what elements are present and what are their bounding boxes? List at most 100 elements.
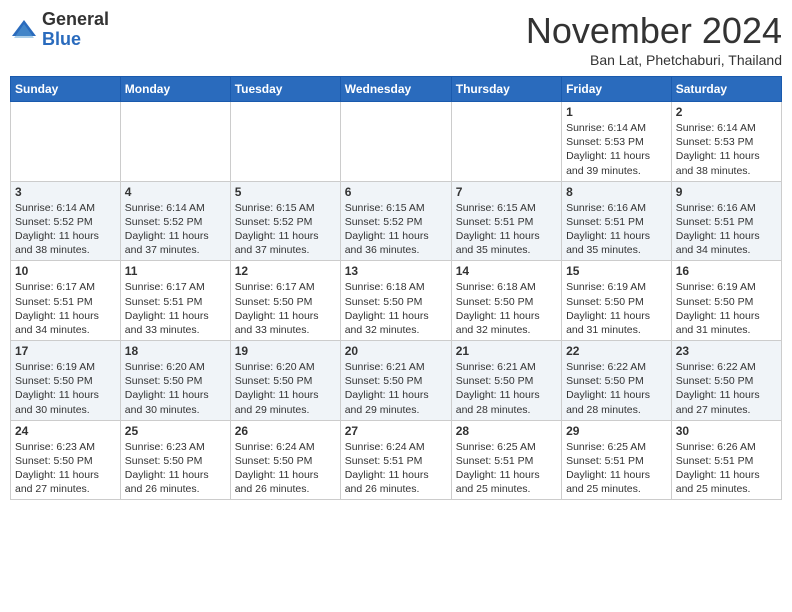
day-info: Sunrise: 6:14 AM Sunset: 5:53 PM Dayligh… [566,121,667,178]
day-info: Sunrise: 6:16 AM Sunset: 5:51 PM Dayligh… [566,201,667,258]
calendar-header: SundayMondayTuesdayWednesdayThursdayFrid… [11,77,782,102]
calendar-cell: 5 Sunrise: 6:15 AM Sunset: 5:52 PM Daylig… [230,181,340,261]
calendar-cell [451,102,561,182]
day-info: Sunrise: 6:22 AM Sunset: 5:50 PM Dayligh… [566,360,667,417]
calendar-cell: 8Sunrise: 6:16 AM Sunset: 5:51 PM Daylig… [562,181,672,261]
calendar-cell: 6 Sunrise: 6:15 AM Sunset: 5:52 PM Daylig… [340,181,451,261]
logo-icon [10,16,38,44]
day-number: 21 [456,344,557,358]
calendar-cell: 12 Sunrise: 6:17 AM Sunset: 5:50 PM Dayli… [230,261,340,341]
calendar-cell: 22Sunrise: 6:22 AM Sunset: 5:50 PM Dayli… [562,341,672,421]
day-number: 28 [456,424,557,438]
calendar-cell: 29Sunrise: 6:25 AM Sunset: 5:51 PM Dayli… [562,420,672,500]
day-number: 20 [345,344,447,358]
day-number: 6 [345,185,447,199]
calendar-cell: 1 Sunrise: 6:14 AM Sunset: 5:53 PM Daylig… [562,102,672,182]
calendar-cell: 28 Sunrise: 6:25 AM Sunset: 5:51 PM Dayli… [451,420,561,500]
day-number: 25 [125,424,226,438]
day-number: 5 [235,185,336,199]
calendar-cell [230,102,340,182]
logo: General Blue [10,10,109,50]
weekday-row: SundayMondayTuesdayWednesdayThursdayFrid… [11,77,782,102]
day-number: 15 [566,264,667,278]
day-info: Sunrise: 6:20 AM Sunset: 5:50 PM Dayligh… [235,360,336,417]
day-number: 4 [125,185,226,199]
day-info: Sunrise: 6:19 AM Sunset: 5:50 PM Dayligh… [15,360,116,417]
day-number: 2 [676,105,777,119]
day-number: 12 [235,264,336,278]
day-info: Sunrise: 6:20 AM Sunset: 5:50 PM Dayligh… [125,360,226,417]
day-info: Sunrise: 6:24 AM Sunset: 5:51 PM Dayligh… [345,440,447,497]
day-number: 1 [566,105,667,119]
day-info: Sunrise: 6:15 AM Sunset: 5:52 PM Dayligh… [345,201,447,258]
calendar-cell: 2 Sunrise: 6:14 AM Sunset: 5:53 PM Daylig… [671,102,781,182]
location: Ban Lat, Phetchaburi, Thailand [526,52,782,68]
day-number: 23 [676,344,777,358]
day-info: Sunrise: 6:22 AM Sunset: 5:50 PM Dayligh… [676,360,777,417]
day-number: 14 [456,264,557,278]
day-info: Sunrise: 6:18 AM Sunset: 5:50 PM Dayligh… [456,280,557,337]
calendar-week-1: 3 Sunrise: 6:14 AM Sunset: 5:52 PM Daylig… [11,181,782,261]
calendar-cell: 18 Sunrise: 6:20 AM Sunset: 5:50 PM Dayli… [120,341,230,421]
day-info: Sunrise: 6:15 AM Sunset: 5:52 PM Dayligh… [235,201,336,258]
day-info: Sunrise: 6:26 AM Sunset: 5:51 PM Dayligh… [676,440,777,497]
day-number: 19 [235,344,336,358]
calendar-cell: 19 Sunrise: 6:20 AM Sunset: 5:50 PM Dayli… [230,341,340,421]
page-header: General Blue November 2024 Ban Lat, Phet… [10,10,782,68]
logo-text: General Blue [42,10,109,50]
day-info: Sunrise: 6:17 AM Sunset: 5:51 PM Dayligh… [125,280,226,337]
calendar-cell [340,102,451,182]
day-info: Sunrise: 6:21 AM Sunset: 5:50 PM Dayligh… [456,360,557,417]
day-info: Sunrise: 6:23 AM Sunset: 5:50 PM Dayligh… [125,440,226,497]
day-info: Sunrise: 6:14 AM Sunset: 5:52 PM Dayligh… [15,201,116,258]
day-number: 10 [15,264,116,278]
calendar-cell: 15 Sunrise: 6:19 AM Sunset: 5:50 PM Dayli… [562,261,672,341]
calendar-cell: 10Sunrise: 6:17 AM Sunset: 5:51 PM Dayli… [11,261,121,341]
title-block: November 2024 Ban Lat, Phetchaburi, Thai… [526,10,782,68]
calendar-cell: 30 Sunrise: 6:26 AM Sunset: 5:51 PM Dayli… [671,420,781,500]
weekday-header-wednesday: Wednesday [340,77,451,102]
calendar-cell: 9Sunrise: 6:16 AM Sunset: 5:51 PM Daylig… [671,181,781,261]
day-number: 27 [345,424,447,438]
calendar-cell: 11 Sunrise: 6:17 AM Sunset: 5:51 PM Dayli… [120,261,230,341]
weekday-header-tuesday: Tuesday [230,77,340,102]
day-info: Sunrise: 6:14 AM Sunset: 5:52 PM Dayligh… [125,201,226,258]
day-info: Sunrise: 6:25 AM Sunset: 5:51 PM Dayligh… [456,440,557,497]
calendar-cell: 25 Sunrise: 6:23 AM Sunset: 5:50 PM Dayli… [120,420,230,500]
calendar-body: 1 Sunrise: 6:14 AM Sunset: 5:53 PM Daylig… [11,102,782,500]
day-info: Sunrise: 6:23 AM Sunset: 5:50 PM Dayligh… [15,440,116,497]
calendar-cell: 23 Sunrise: 6:22 AM Sunset: 5:50 PM Dayli… [671,341,781,421]
calendar-cell: 20 Sunrise: 6:21 AM Sunset: 5:50 PM Dayli… [340,341,451,421]
day-info: Sunrise: 6:19 AM Sunset: 5:50 PM Dayligh… [566,280,667,337]
calendar-cell: 3 Sunrise: 6:14 AM Sunset: 5:52 PM Daylig… [11,181,121,261]
calendar-cell: 24Sunrise: 6:23 AM Sunset: 5:50 PM Dayli… [11,420,121,500]
day-number: 3 [15,185,116,199]
day-number: 13 [345,264,447,278]
calendar-cell: 21 Sunrise: 6:21 AM Sunset: 5:50 PM Dayli… [451,341,561,421]
calendar-cell: 14 Sunrise: 6:18 AM Sunset: 5:50 PM Dayli… [451,261,561,341]
day-info: Sunrise: 6:14 AM Sunset: 5:53 PM Dayligh… [676,121,777,178]
calendar-table: SundayMondayTuesdayWednesdayThursdayFrid… [10,76,782,500]
day-number: 11 [125,264,226,278]
day-info: Sunrise: 6:21 AM Sunset: 5:50 PM Dayligh… [345,360,447,417]
day-info: Sunrise: 6:18 AM Sunset: 5:50 PM Dayligh… [345,280,447,337]
day-info: Sunrise: 6:19 AM Sunset: 5:50 PM Dayligh… [676,280,777,337]
day-number: 30 [676,424,777,438]
calendar-week-3: 17 Sunrise: 6:19 AM Sunset: 5:50 PM Dayli… [11,341,782,421]
day-number: 29 [566,424,667,438]
calendar-week-0: 1 Sunrise: 6:14 AM Sunset: 5:53 PM Daylig… [11,102,782,182]
day-number: 17 [15,344,116,358]
calendar-cell [120,102,230,182]
day-number: 7 [456,185,557,199]
weekday-header-saturday: Saturday [671,77,781,102]
calendar-cell: 16 Sunrise: 6:19 AM Sunset: 5:50 PM Dayli… [671,261,781,341]
day-info: Sunrise: 6:15 AM Sunset: 5:51 PM Dayligh… [456,201,557,258]
day-number: 18 [125,344,226,358]
weekday-header-thursday: Thursday [451,77,561,102]
day-info: Sunrise: 6:17 AM Sunset: 5:50 PM Dayligh… [235,280,336,337]
day-number: 26 [235,424,336,438]
calendar-cell: 26Sunrise: 6:24 AM Sunset: 5:50 PM Dayli… [230,420,340,500]
weekday-header-friday: Friday [562,77,672,102]
day-number: 16 [676,264,777,278]
calendar-cell: 17 Sunrise: 6:19 AM Sunset: 5:50 PM Dayli… [11,341,121,421]
